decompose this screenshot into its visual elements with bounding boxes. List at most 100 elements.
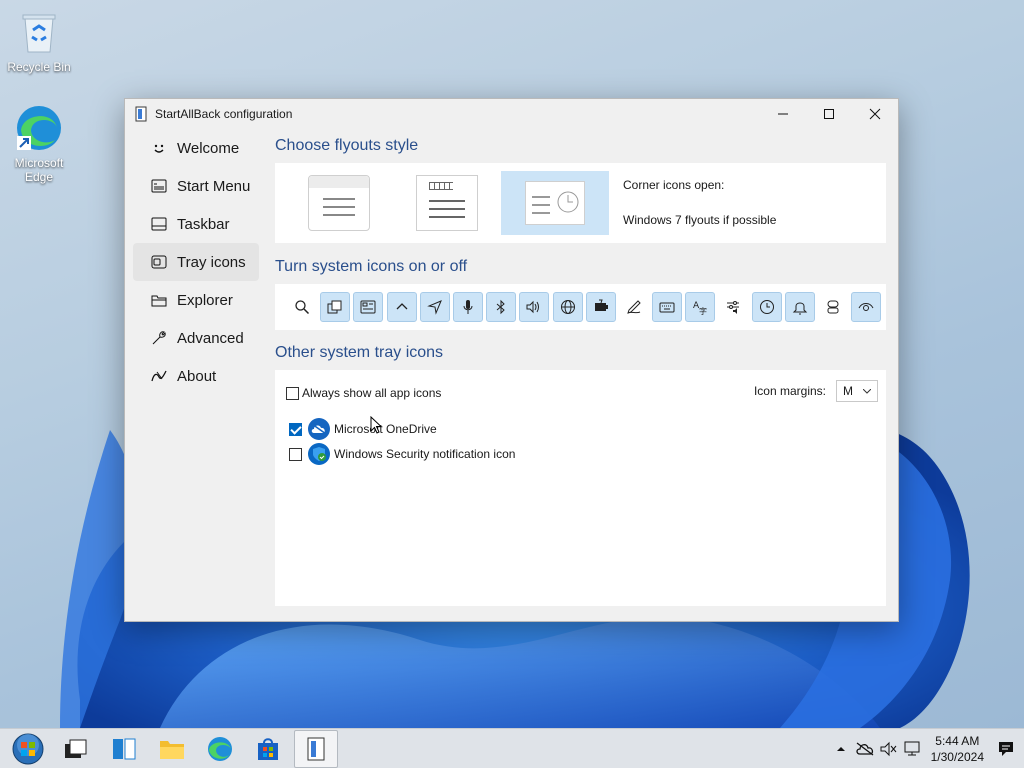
notification-center-button[interactable] <box>994 729 1018 768</box>
window-title: StartAllBack configuration <box>155 107 293 121</box>
sidebar-item-taskbar[interactable]: Taskbar <box>133 205 259 243</box>
desktop-icon-label: Recycle Bin <box>7 60 71 74</box>
taskbar-task-view[interactable] <box>54 730 98 768</box>
desktop-icon-edge[interactable]: Microsoft Edge <box>4 104 74 184</box>
sidebar-item-explorer[interactable]: Explorer <box>133 281 259 319</box>
keyboard-icon <box>659 302 675 313</box>
flyout-option-windows-7[interactable] <box>501 171 609 235</box>
sidebar-item-label: Explorer <box>177 291 233 309</box>
startallback-icon <box>307 737 325 760</box>
flyout-preview <box>416 175 478 231</box>
taskbar-file-explorer[interactable] <box>150 730 194 768</box>
microphone-icon <box>463 300 473 314</box>
eye-icon <box>858 303 874 311</box>
system-icon-toggle-notifications[interactable] <box>784 292 815 322</box>
flyouts-panel: Corner icons open: Windows 7 flyouts if … <box>275 163 886 243</box>
sidebar-item-tray-icons[interactable]: Tray icons <box>133 243 259 281</box>
task-view-icon <box>65 739 87 758</box>
icon-margins-row: Icon margins: M <box>754 380 878 402</box>
show-hidden-icons-button[interactable] <box>829 729 853 768</box>
system-icon-toggle-pen[interactable] <box>619 292 649 322</box>
system-icon-toggle-volume[interactable] <box>519 292 550 322</box>
widgets-icon <box>360 300 376 314</box>
taskbar-store[interactable] <box>246 730 290 768</box>
content-area: Choose flyouts style Corner icons open: … <box>275 129 886 606</box>
system-icon-toggle-task-view[interactable] <box>320 292 351 322</box>
taskbar-startallback[interactable] <box>294 729 338 768</box>
tray-app-security[interactable]: Windows Security notification icon <box>289 443 515 465</box>
system-icon-toggle-widgets[interactable] <box>353 292 384 322</box>
close-button[interactable] <box>852 99 898 129</box>
system-icon-toggle-search[interactable] <box>287 292 317 322</box>
onedrive-label: Microsoft OneDrive <box>334 422 437 436</box>
pen-icon <box>627 300 641 314</box>
system-icon-toggle-clock[interactable] <box>751 292 782 322</box>
start-button[interactable] <box>6 730 50 768</box>
location-icon <box>426 300 442 315</box>
chevron-down-icon <box>863 388 871 394</box>
store-icon <box>258 737 278 760</box>
icon-margins-label: Icon margins: <box>753 384 826 398</box>
clock-time: 5:44 AM <box>935 734 980 748</box>
bluetooth-icon <box>496 299 505 315</box>
system-icon-toggle-sound-settings[interactable] <box>718 292 748 322</box>
folder-icon <box>151 292 167 308</box>
clock-icon <box>557 191 579 213</box>
system-icon-toggle-eye[interactable] <box>851 292 882 322</box>
flyout-mode-value[interactable]: Windows 7 flyouts if possible <box>623 213 776 227</box>
sidebar-item-about[interactable]: About <box>133 357 259 395</box>
always-show-row[interactable]: Always show all app icons <box>286 386 441 400</box>
system-icon-toggle-network[interactable] <box>552 292 583 322</box>
system-icon-toggle-meet-now[interactable] <box>818 292 848 322</box>
tray-volume[interactable] <box>877 729 901 768</box>
always-show-checkbox[interactable] <box>286 386 299 400</box>
close-icon <box>869 108 881 120</box>
flyout-preview <box>308 175 370 231</box>
chevron-up-icon <box>396 303 408 310</box>
always-show-label: Always show all app icons <box>302 386 442 400</box>
system-icon-toggle-language[interactable]: A字 <box>685 292 716 322</box>
edge-icon <box>15 104 63 152</box>
task-view-icon <box>327 300 342 314</box>
language-icon: A字 <box>693 301 707 315</box>
system-icon-toggle-keyboard[interactable] <box>652 292 683 322</box>
desktop-icon-recycle-bin[interactable]: Recycle Bin <box>4 8 74 74</box>
onedrive-checkbox[interactable] <box>289 422 302 436</box>
tray-icon <box>151 254 167 270</box>
icon-margins-select[interactable]: M <box>836 380 878 402</box>
tray-app-onedrive[interactable]: Microsoft OneDrive <box>289 418 437 440</box>
clock[interactable]: 5:44 AM 1/30/2024 <box>931 733 984 765</box>
security-icon <box>308 443 330 465</box>
flyout-preview <box>525 181 585 225</box>
system-icon-toggle-chevron-up[interactable] <box>386 292 417 322</box>
maximize-icon <box>824 109 834 119</box>
startallback-icon <box>135 106 147 122</box>
start-orb-icon <box>12 733 44 764</box>
sidebar-item-welcome[interactable]: Welcome <box>133 129 259 167</box>
security-checkbox[interactable] <box>289 447 302 461</box>
sidebar-item-label: Welcome <box>177 139 240 157</box>
minimize-button[interactable] <box>760 99 806 129</box>
system-icon-toggle-microphone[interactable] <box>452 292 483 322</box>
flyout-option-windows-11[interactable] <box>285 171 393 235</box>
taskbar-widgets[interactable] <box>102 730 146 768</box>
tray-network[interactable] <box>901 729 925 768</box>
desktop-icon-label: Microsoft Edge <box>14 156 64 184</box>
corner-icons-label: Corner icons open: <box>623 178 725 192</box>
notifications-icon <box>792 302 808 315</box>
title-bar[interactable]: StartAllBack configuration <box>125 99 898 129</box>
system-icon-toggle-power[interactable] <box>585 292 616 322</box>
sidebar-item-advanced[interactable]: Advanced <box>133 319 259 357</box>
network-icon <box>560 300 575 314</box>
tray-onedrive[interactable] <box>853 729 877 768</box>
taskbar-edge[interactable] <box>198 730 242 768</box>
sidebar-item-start-menu[interactable]: Start Menu <box>133 167 259 205</box>
network-icon <box>904 741 920 756</box>
maximize-button[interactable] <box>806 99 852 129</box>
system-icon-toggle-bluetooth[interactable] <box>486 292 517 322</box>
system-tray: 5:44 AM 1/30/2024 <box>829 729 1024 768</box>
sidebar-item-label: Tray icons <box>177 253 246 271</box>
flyout-option-windows-10[interactable] <box>393 171 501 235</box>
sidebar-item-label: Start Menu <box>177 177 251 195</box>
system-icon-toggle-location[interactable] <box>419 292 450 322</box>
